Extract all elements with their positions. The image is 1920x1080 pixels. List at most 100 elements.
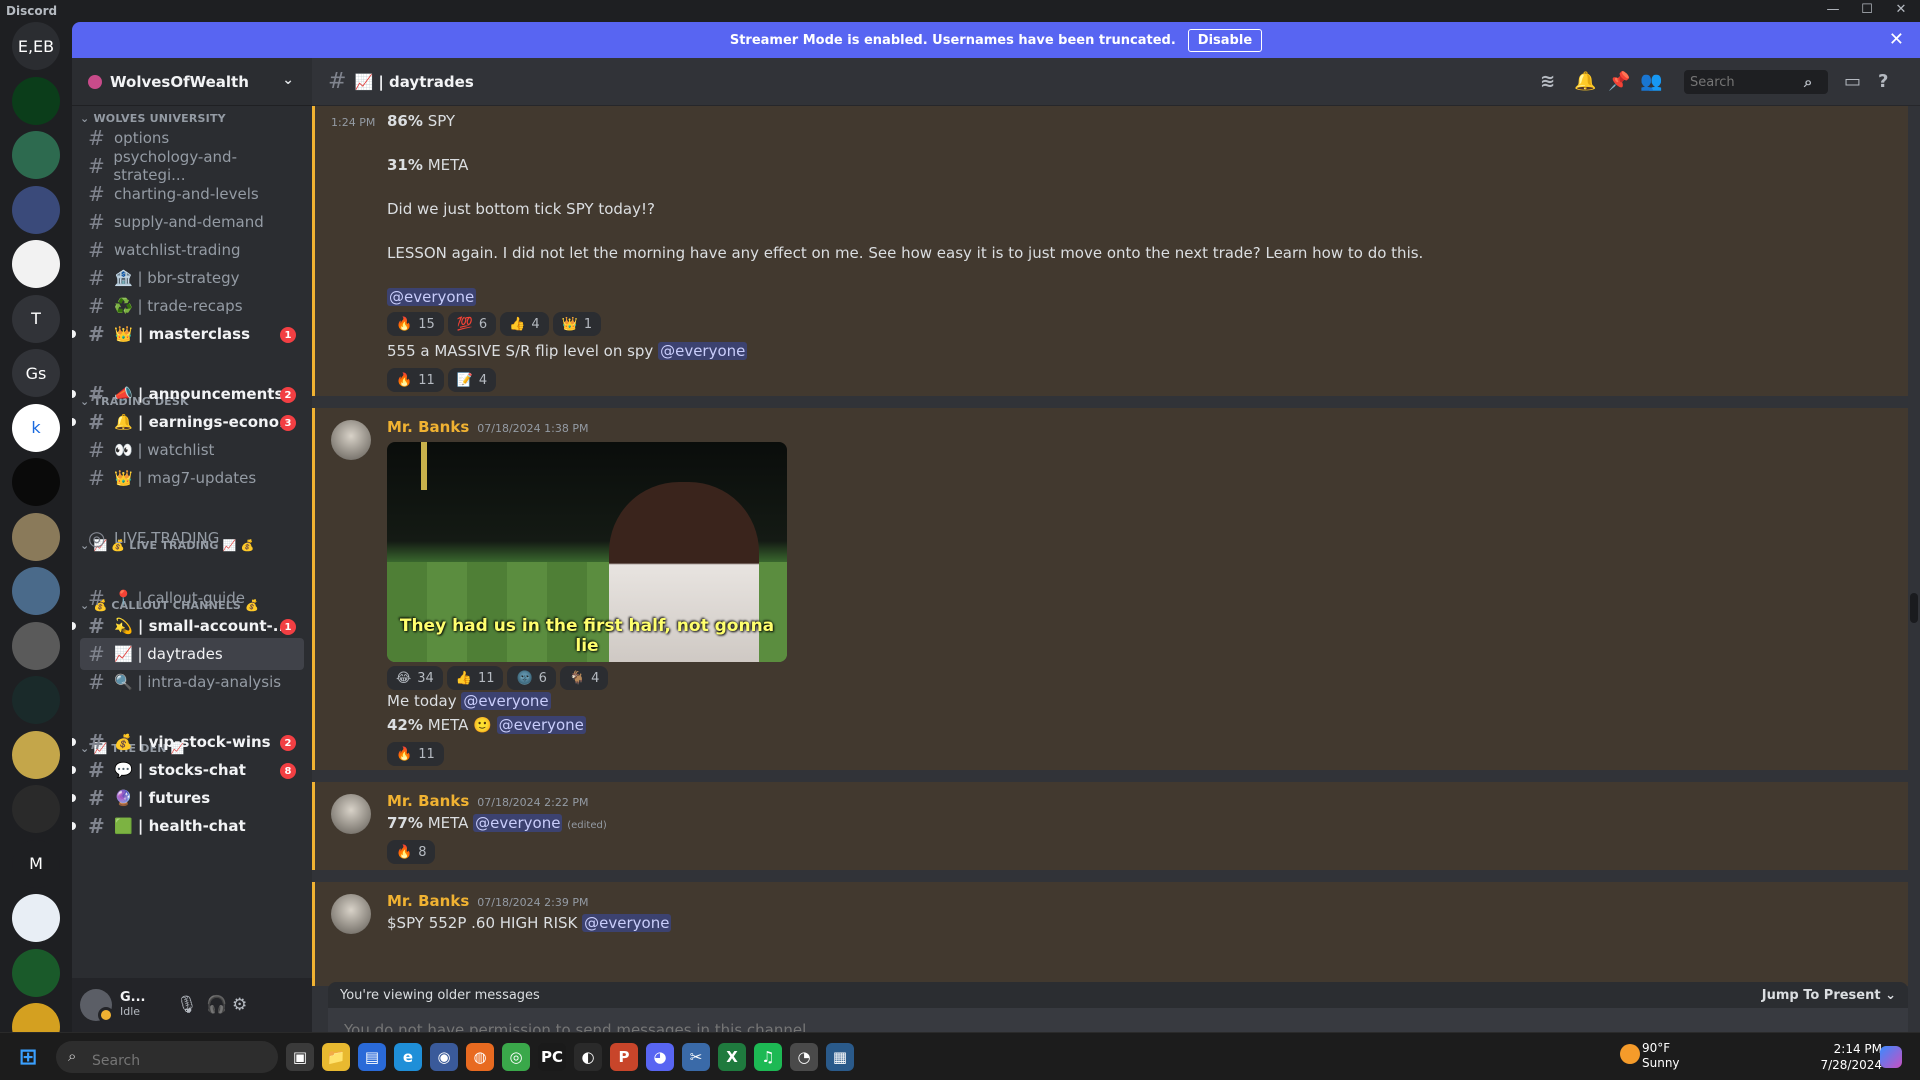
close-window-button[interactable]: ✕ [1886, 2, 1916, 20]
server-icon[interactable] [12, 185, 60, 234]
server-icon[interactable] [12, 76, 60, 125]
reaction-pill[interactable]: 👍 4 [500, 312, 549, 336]
channel-item[interactable]: # 🔍 | intra-day-analysis [80, 666, 304, 698]
mention-badge: 3 [280, 415, 296, 431]
task-view-icon[interactable]: ▣ [286, 1043, 314, 1071]
channel-label: 👀 | watchlist [114, 441, 215, 459]
mention[interactable]: @everyone [461, 692, 551, 710]
server-icon[interactable] [12, 458, 60, 506]
taskbar-search-input[interactable] [56, 1041, 278, 1073]
pycharm-icon[interactable]: PC [538, 1043, 566, 1071]
system-clock[interactable]: 2:14 PM 7/28/2024 [1802, 1041, 1882, 1073]
server-icon[interactable] [12, 676, 60, 724]
discord-icon[interactable]: ◕ [646, 1043, 674, 1071]
copilot-icon[interactable] [1880, 1046, 1902, 1068]
help-icon[interactable]: ? [1878, 71, 1888, 92]
reaction-pill[interactable]: 📝 4 [447, 368, 497, 392]
gif-image[interactable]: They had us in the first half, not gonna… [387, 442, 787, 662]
avatar[interactable] [331, 794, 371, 834]
close-icon[interactable]: ✕ [1889, 29, 1904, 50]
reaction-row: 🔥 8 [387, 840, 436, 864]
reaction-pill[interactable]: 💯 6 [447, 312, 497, 336]
chevron-down-icon[interactable]: ⌄ [282, 72, 294, 88]
microphone-icon[interactable]: 🎙 [176, 995, 198, 1015]
mention[interactable]: @everyone [582, 914, 672, 932]
author-name[interactable]: Mr. Banks [387, 792, 469, 810]
channel-item[interactable]: ◎ LIVE TRADING [80, 522, 304, 554]
author-name[interactable]: Mr. Banks [387, 892, 469, 910]
server-icon[interactable] [12, 567, 60, 615]
server-icon[interactable] [12, 131, 60, 179]
excel-icon[interactable]: X [718, 1043, 746, 1071]
store-icon[interactable]: ▤ [358, 1043, 386, 1071]
weather-widget[interactable]: 90°F Sunny [1642, 1041, 1680, 1071]
message-author[interactable]: Mr. Banks 07/18/2024 2:39 PM [387, 892, 588, 910]
server-icon[interactable] [12, 621, 60, 670]
server-icon[interactable] [12, 894, 60, 942]
reaction-pill[interactable]: 🐐 4 [559, 666, 609, 690]
server-icon[interactable] [12, 785, 60, 833]
spotify-icon[interactable]: ♫ [754, 1043, 782, 1071]
disable-streamer-button[interactable]: Disable [1187, 28, 1263, 52]
channel-label: 👑 | masterclass [114, 325, 251, 343]
snipping-icon[interactable]: ✂ [682, 1043, 710, 1071]
channel-item[interactable]: # 👑 | masterclass 1 [72, 318, 304, 350]
mention[interactable]: @everyone [387, 288, 477, 306]
avatar[interactable] [80, 989, 114, 1023]
server-icon[interactable] [12, 512, 60, 561]
message-author[interactable]: Mr. Banks 07/18/2024 1:38 PM [387, 418, 588, 436]
server-icon[interactable] [12, 240, 60, 288]
chrome-icon[interactable]: ◎ [502, 1043, 530, 1071]
reaction-pill[interactable]: 🔥 15 [387, 312, 444, 336]
server-icon[interactable]: Gs [12, 349, 60, 397]
maximize-button[interactable]: ☐ [1852, 2, 1882, 20]
avatar[interactable] [331, 420, 371, 460]
file-explorer-icon[interactable]: 📁 [322, 1043, 350, 1071]
reaction-pill[interactable]: 👍 11 [446, 666, 504, 690]
pin-icon[interactable]: 📌 [1608, 71, 1630, 92]
server-icon[interactable]: E,EB [12, 22, 60, 70]
older-messages-text: You're viewing older messages [340, 987, 540, 1003]
app-9-icon[interactable]: ◐ [574, 1043, 602, 1071]
mention[interactable]: @everyone [473, 814, 563, 832]
app-5-icon[interactable]: ◉ [430, 1043, 458, 1071]
threads-icon[interactable]: ≋ [1540, 71, 1555, 92]
reaction-pill[interactable]: 😂 34 [387, 666, 443, 690]
edge-icon[interactable]: e [394, 1043, 422, 1071]
message-author[interactable]: Mr. Banks 07/18/2024 2:22 PM [387, 792, 588, 810]
server-icon[interactable]: k [12, 403, 60, 452]
avatar[interactable] [331, 894, 371, 934]
reaction-count: 11 [418, 746, 435, 762]
author-name[interactable]: Mr. Banks [387, 418, 469, 436]
channel-label: ♻️ | trade-recaps [114, 297, 243, 315]
headphones-icon[interactable]: 🎧 [206, 995, 227, 1015]
server-icon[interactable]: M [12, 839, 60, 888]
app-16-icon[interactable]: ▦ [826, 1043, 854, 1071]
powerpoint-icon[interactable]: P [610, 1043, 638, 1071]
scrollbar-thumb[interactable] [1910, 593, 1918, 623]
jump-to-present-button[interactable]: Jump To Present ⌄ [1762, 988, 1896, 1003]
inbox-icon[interactable]: ▭ [1844, 71, 1861, 92]
server-header[interactable]: WolvesOfWealth ⌄ [72, 58, 312, 106]
server-icon[interactable]: T [12, 294, 60, 343]
reaction-pill[interactable]: 🔥 11 [387, 368, 444, 392]
gear-icon[interactable]: ⚙ [232, 995, 247, 1015]
channel-item[interactable]: # 🟩 | health-chat [72, 810, 304, 842]
server-icon[interactable] [12, 1003, 60, 1032]
server-icon[interactable] [12, 948, 60, 997]
reaction-pill[interactable]: 🔥 11 [387, 742, 444, 766]
voice-channel-icon: ◎ [88, 526, 106, 550]
minimize-button[interactable]: — [1818, 2, 1848, 20]
server-icon[interactable] [12, 730, 60, 779]
reaction-pill[interactable]: 👑 1 [552, 312, 602, 336]
channel-item[interactable]: # 👑 | mag7-updates [80, 462, 304, 494]
windows-start-icon[interactable]: ⊞ [14, 1043, 42, 1071]
mention[interactable]: @everyone [658, 342, 748, 360]
reaction-pill[interactable]: 🔥 8 [387, 840, 436, 864]
mention[interactable]: @everyone [496, 716, 586, 734]
firefox-icon[interactable]: ◍ [466, 1043, 494, 1071]
bell-icon[interactable]: 🔔 [1574, 71, 1596, 92]
app-15-icon[interactable]: ◔ [790, 1043, 818, 1071]
members-icon[interactable]: 👥 [1640, 71, 1662, 92]
reaction-pill[interactable]: 🌚 6 [507, 666, 556, 690]
